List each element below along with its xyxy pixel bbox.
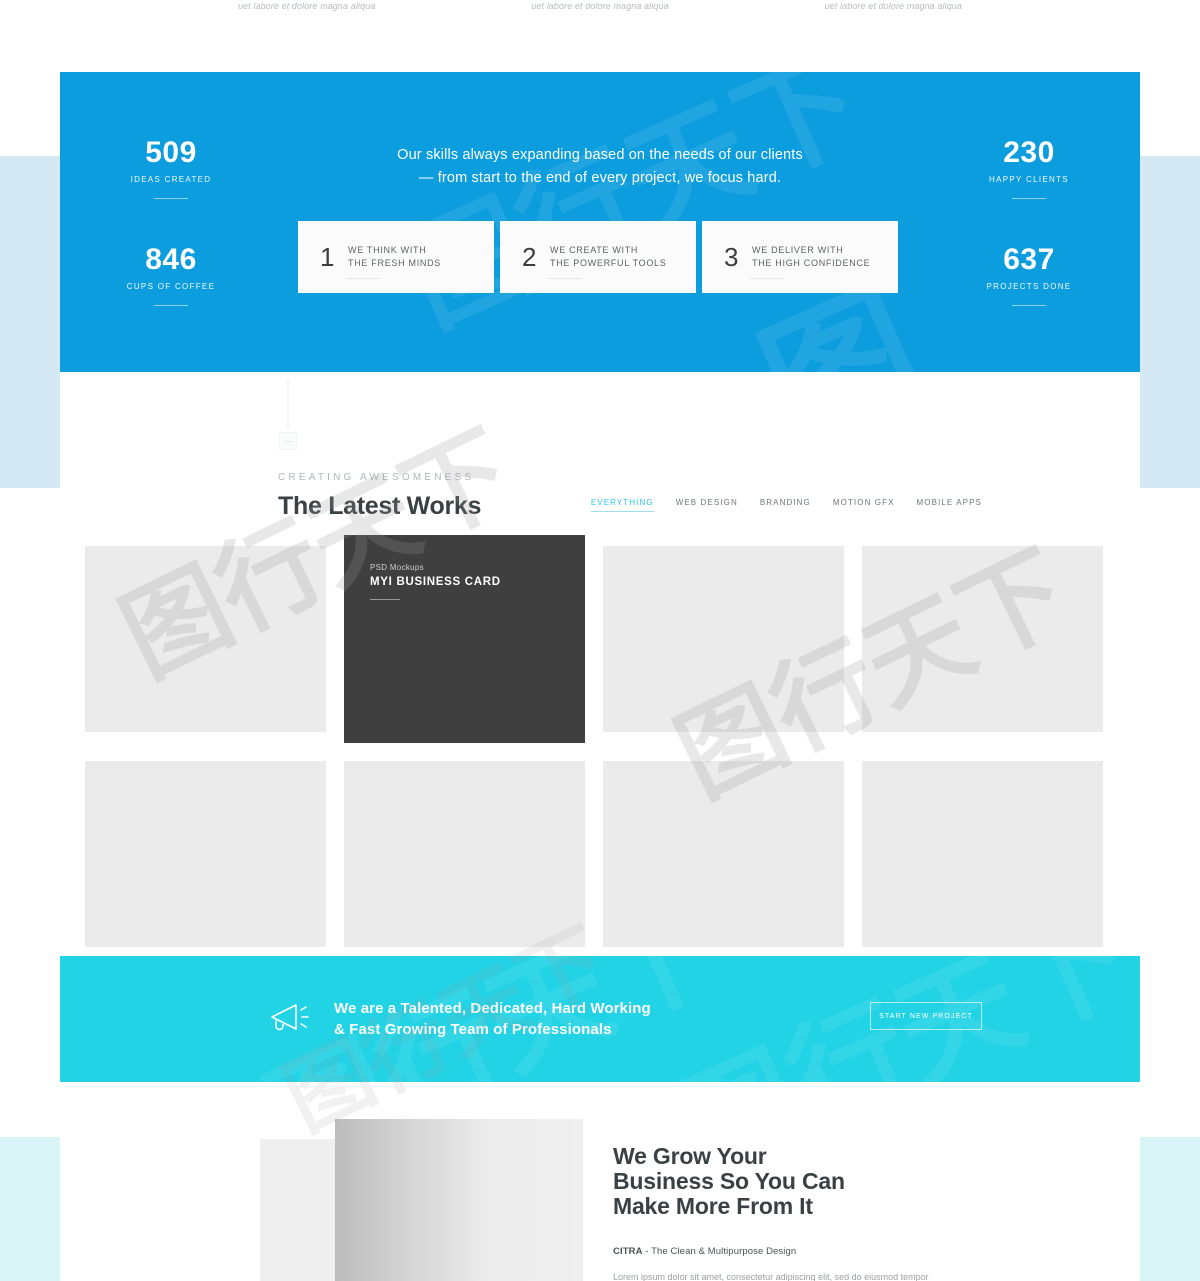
page-root: uet labore et dolore magna aliqua uet la…: [0, 0, 1200, 1281]
filter-tab-branding[interactable]: BRANDING: [760, 498, 811, 512]
stat-number: 509: [145, 136, 197, 169]
grow-title-line-2: Business So You Can: [613, 1168, 845, 1194]
step-line-1: WE CREATE WITH: [550, 245, 639, 255]
stat-rule: [154, 198, 188, 199]
step-text: WE THINK WITH THE FRESH MINDS: [348, 244, 441, 270]
grow-section: We Grow Your Business So You Can Make Mo…: [60, 1082, 1140, 1281]
stat-number: 230: [1003, 136, 1055, 169]
portfolio-section: CREATING AWESOMENESS The Latest Works EV…: [60, 372, 1140, 956]
stat-rule: [154, 305, 188, 306]
megaphone-icon: [266, 1001, 312, 1037]
stat-label: HAPPY CLIENTS: [989, 175, 1069, 184]
stats-section: 图行天下 图行天下 509 IDEAS CREATED 846 CUPS OF …: [60, 72, 1140, 372]
blurb-text: uet labore et dolore magna aliqua: [531, 1, 669, 11]
step-line-2: THE FRESH MINDS: [348, 258, 442, 268]
stat-label: CUPS OF COFFEE: [126, 282, 216, 291]
step-number: 1: [320, 242, 335, 272]
portfolio-heading: CREATING AWESOMENESS The Latest Works: [278, 472, 918, 521]
grow-title-line-1: We Grow Your: [613, 1143, 767, 1169]
grow-subtitle-rest: - The Clean & Multipurpose Design: [642, 1246, 797, 1257]
portfolio-item-featured[interactable]: PSD Mockups MYI BUSINESS CARD: [344, 535, 585, 743]
portfolio-item-category: PSD Mockups: [370, 563, 424, 572]
portfolio-filter-tabs: EVERYTHING WEB DESIGN BRANDING MOTION GF…: [590, 498, 982, 512]
filter-tab-motion-gfx[interactable]: MOTION GFX: [833, 498, 895, 512]
grow-title: We Grow Your Business So You Can Make Mo…: [613, 1144, 1033, 1219]
watermark-glyph: 图行天下: [387, 72, 881, 350]
portfolio-item[interactable]: [862, 546, 1103, 732]
cta-line-2: & Fast Growing Team of Professionals: [334, 1021, 612, 1038]
portfolio-item-title: MYI BUSINESS CARD: [370, 576, 501, 588]
filter-tab-everything[interactable]: EVERYTHING: [590, 498, 654, 512]
portfolio-item[interactable]: [344, 761, 585, 947]
portfolio-item-rule: [370, 599, 400, 600]
stats-intro-line-1: Our skills always expanding based on the…: [397, 147, 803, 163]
stat-rule: [1012, 198, 1046, 199]
portfolio-item[interactable]: [85, 546, 326, 732]
cta-text: We are a Talented, Dedicated, Hard Worki…: [334, 998, 651, 1040]
stat-number: 846: [145, 243, 197, 276]
start-new-project-button[interactable]: START NEW PROJECT: [870, 1002, 982, 1030]
stats-column-left: 509 IDEAS CREATED 846 CUPS OF COFFEE: [86, 138, 256, 306]
scroll-down-button[interactable]: [279, 432, 297, 450]
scroll-indicator-line: [287, 378, 289, 430]
grow-copy: We Grow Your Business So You Can Make Mo…: [613, 1144, 1033, 1281]
portfolio-row: PSD Mockups MYI BUSINESS CARD: [85, 535, 1115, 743]
step-rule: [346, 278, 380, 279]
step-text: WE CREATE WITH THE POWERFUL TOOLS: [550, 244, 666, 270]
grow-body-text: Lorem ipsum dolor sit amet, consectetur …: [613, 1272, 929, 1281]
filter-tab-mobile-apps[interactable]: MOBILE APPS: [917, 498, 982, 512]
portfolio-item[interactable]: [603, 761, 844, 947]
stat-item: 509 IDEAS CREATED: [86, 138, 256, 199]
grow-subtitle-brand: CITRA: [613, 1246, 643, 1257]
stat-label: IDEAS CREATED: [130, 175, 212, 184]
stats-intro-text: Our skills always expanding based on the…: [300, 144, 900, 190]
portfolio-kicker: CREATING AWESOMENESS: [278, 472, 475, 483]
cta-banner: 图行天下 图行天下 We are a Talented, Dedicated, …: [60, 956, 1140, 1082]
step-text: WE DELIVER WITH THE HIGH CONFIDENCE: [752, 244, 870, 270]
cta-content: We are a Talented, Dedicated, Hard Worki…: [266, 956, 651, 1082]
blurb-text: uet labore et dolore magna aliqua: [237, 1, 376, 11]
blurb-text: uet labore et dolore magna aliqua: [824, 1, 963, 11]
stat-item: 846 CUPS OF COFFEE: [86, 245, 256, 306]
portfolio-row: [85, 761, 1115, 947]
stat-label: PROJECTS DONE: [986, 282, 1072, 291]
process-steps: 1 WE THINK WITH THE FRESH MINDS 2 WE CRE…: [298, 221, 898, 293]
stat-number: 637: [1003, 243, 1055, 276]
step-card[interactable]: 2 WE CREATE WITH THE POWERFUL TOOLS: [500, 221, 696, 293]
step-number: 2: [522, 242, 537, 272]
step-rule: [750, 278, 784, 279]
grow-title-line-3: Make More From It: [613, 1193, 813, 1219]
step-line-1: WE THINK WITH: [348, 245, 427, 255]
portfolio-item[interactable]: [85, 761, 326, 947]
stats-column-right: 230 HAPPY CLIENTS 637 PROJECTS DONE: [944, 138, 1114, 306]
step-card[interactable]: 3 WE DELIVER WITH THE HIGH CONFIDENCE: [702, 221, 898, 293]
filter-tab-web-design[interactable]: WEB DESIGN: [676, 498, 738, 512]
step-rule: [548, 278, 582, 279]
step-number: 3: [724, 242, 739, 272]
portfolio-item[interactable]: [862, 761, 1103, 947]
portfolio-grid: PSD Mockups MYI BUSINESS CARD: [85, 535, 1115, 965]
stat-rule: [1012, 305, 1046, 306]
step-line-2: THE HIGH CONFIDENCE: [752, 258, 871, 268]
step-line-1: WE DELIVER WITH: [752, 245, 844, 255]
portfolio-item[interactable]: [603, 546, 844, 732]
grow-image-front: [335, 1119, 583, 1281]
stat-item: 230 HAPPY CLIENTS: [944, 138, 1114, 199]
cta-line-1: We are a Talented, Dedicated, Hard Worki…: [334, 1000, 651, 1017]
grow-subtitle: CITRA - The Clean & Multipurpose Design: [613, 1246, 1033, 1257]
step-card[interactable]: 1 WE THINK WITH THE FRESH MINDS: [298, 221, 494, 293]
stats-intro-line-2: — from start to the end of every project…: [418, 170, 782, 186]
top-blurbs-row: uet labore et dolore magna aliqua uet la…: [60, 0, 1140, 72]
page-container: uet labore et dolore magna aliqua uet la…: [60, 0, 1140, 1281]
step-line-2: THE POWERFUL TOOLS: [550, 258, 667, 268]
stat-item: 637 PROJECTS DONE: [944, 245, 1114, 306]
